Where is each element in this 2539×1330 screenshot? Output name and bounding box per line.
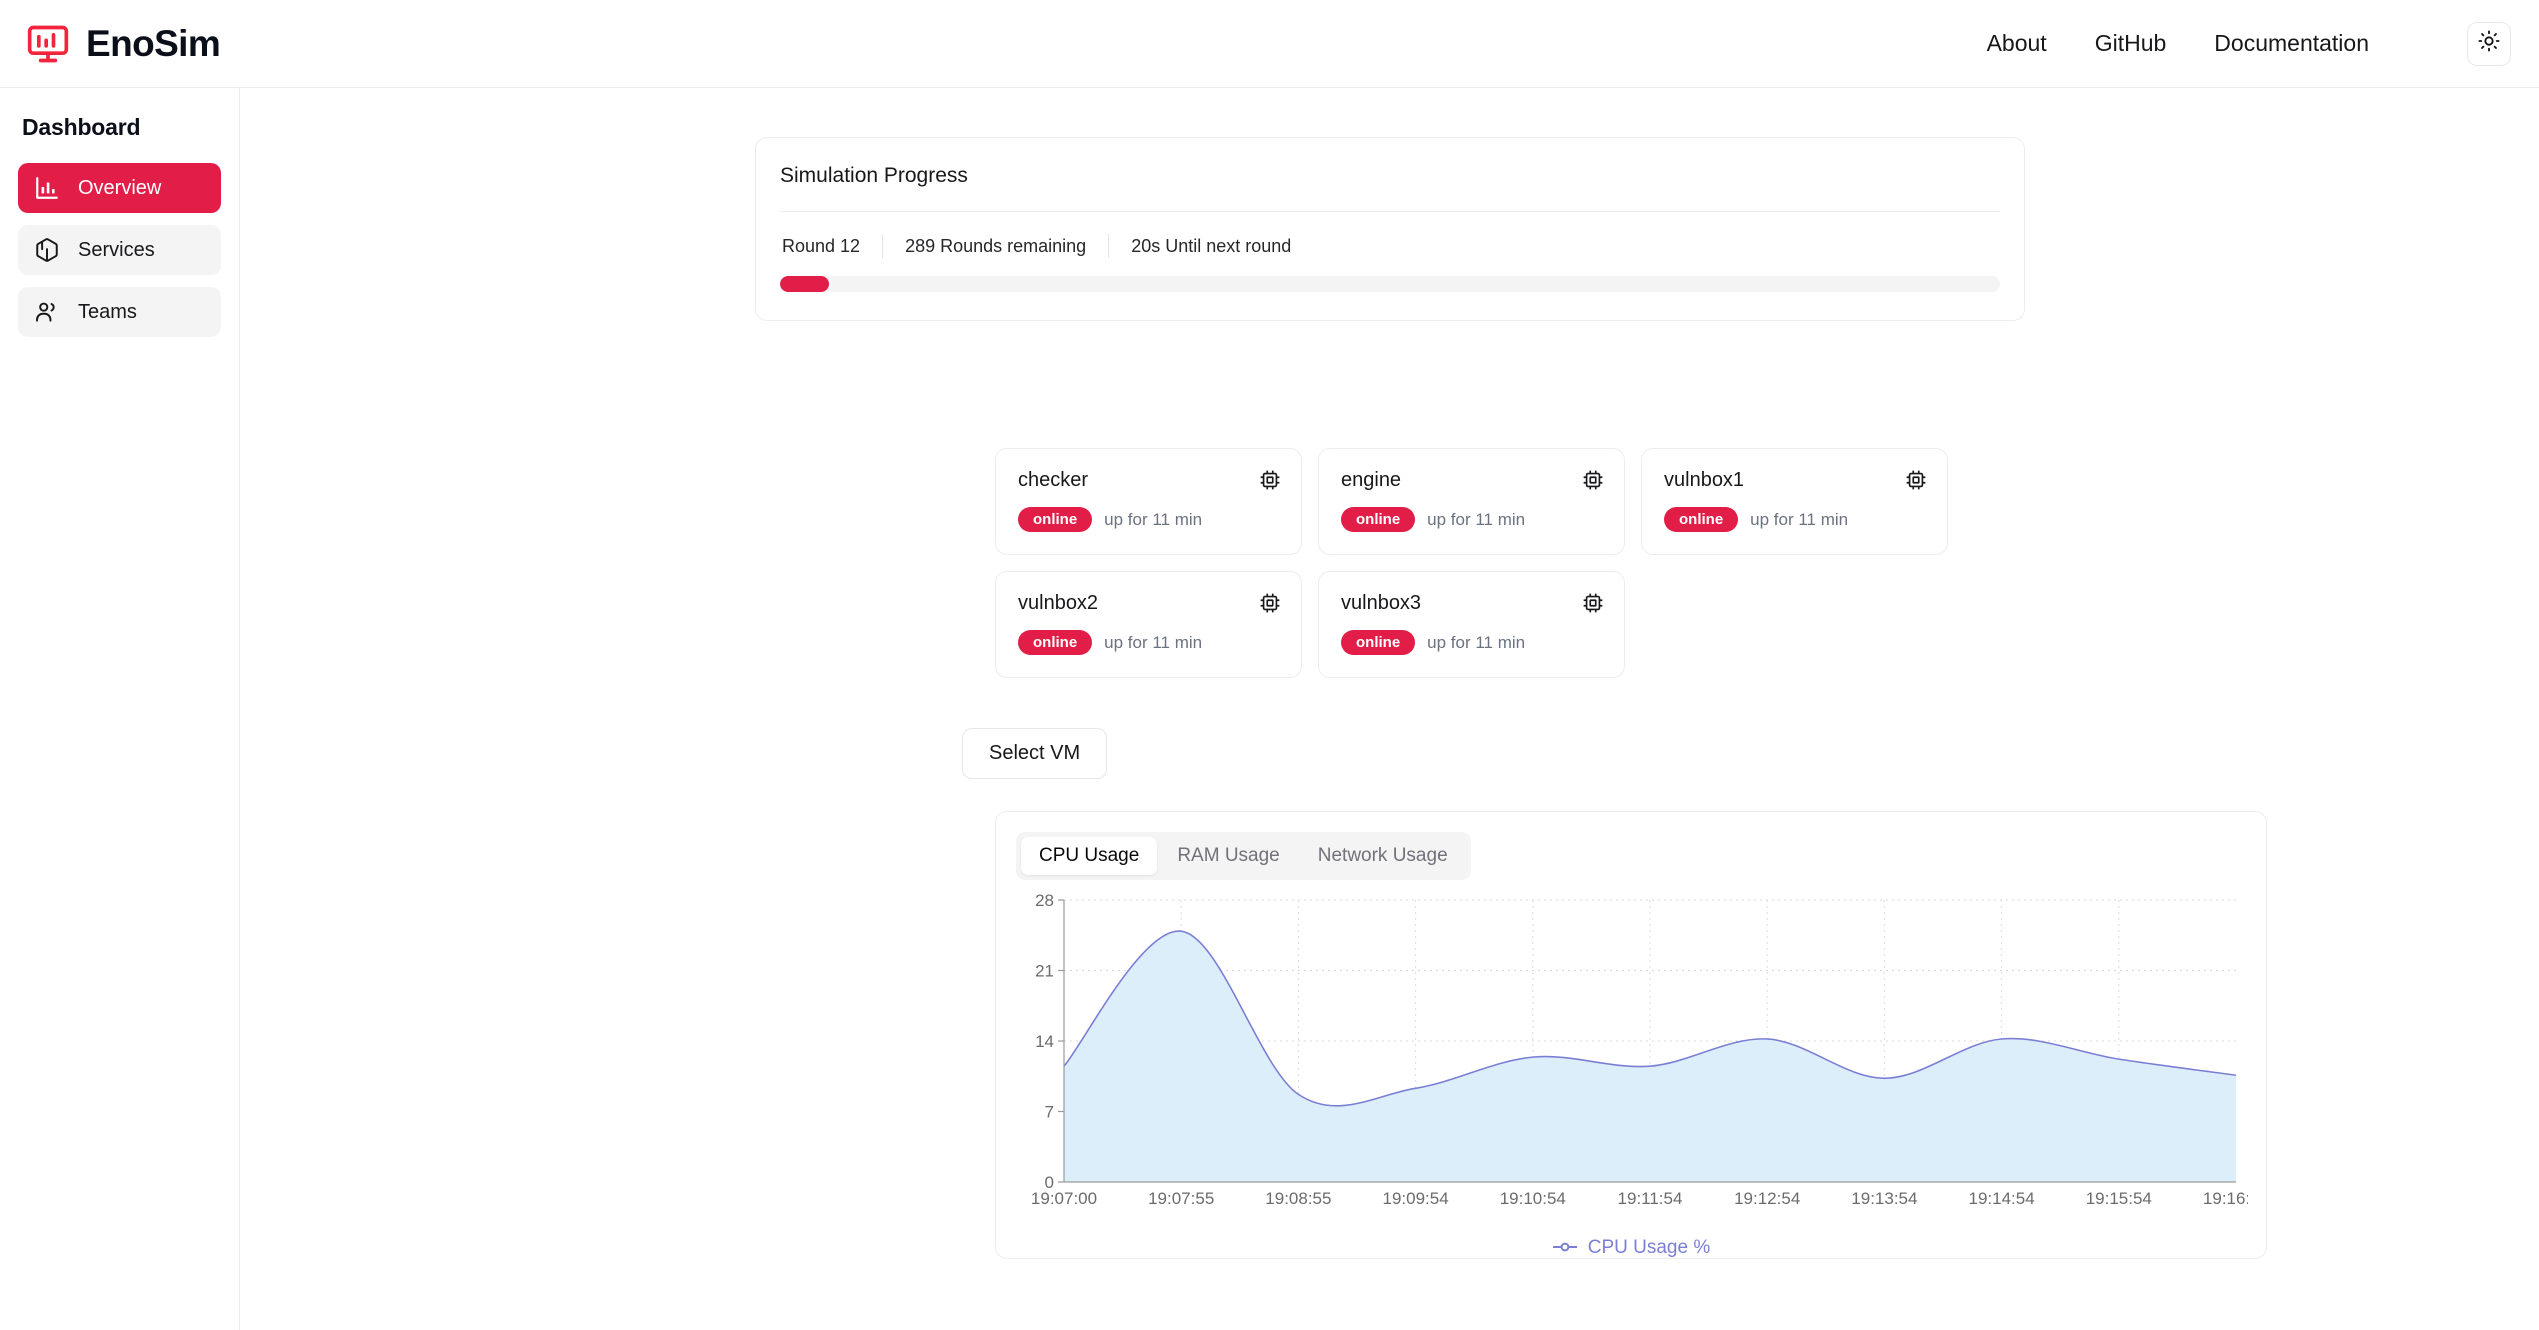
vm-card[interactable]: checker online up for 11 min (995, 448, 1302, 555)
progress-card-title: Simulation Progress (780, 164, 2000, 212)
vm-uptime: up for 11 min (1750, 509, 1849, 529)
nav-link-documentation[interactable]: Documentation (2214, 30, 2369, 57)
nav-link-github[interactable]: GitHub (2095, 30, 2167, 57)
chart-legend: CPU Usage % (1016, 1237, 2246, 1259)
svg-text:19:07:55: 19:07:55 (1148, 1189, 1214, 1208)
svg-text:19:12:54: 19:12:54 (1734, 1189, 1800, 1208)
top-nav: About GitHub Documentation (1987, 21, 2511, 66)
vm-name: vulnbox1 (1664, 469, 1745, 491)
body: Dashboard Overview Services Teams Simula… (0, 88, 2539, 1330)
legend-marker-icon (1552, 1237, 1578, 1259)
status-badge: online (1018, 630, 1093, 655)
sidebar-item-overview[interactable]: Overview (18, 163, 221, 213)
chart-plot-area: 0 7 14 21 28 19:07:00 19:07:55 19:08:55 19:09:54… (1016, 891, 2269, 1227)
vm-name: vulnbox3 (1341, 592, 1422, 614)
vm-name: vulnbox2 (1018, 592, 1099, 614)
svg-text:19:15:54: 19:15:54 (2086, 1189, 2152, 1208)
svg-text:19:16:55: 19:16:55 (2203, 1189, 2248, 1208)
monitor-chart-icon (26, 22, 70, 66)
vm-card[interactable]: vulnbox1 online up for 11 min (1641, 448, 1948, 555)
vm-status-row: online up for 11 min (1664, 507, 1927, 532)
vm-name: checker (1018, 469, 1089, 491)
users-icon (34, 299, 60, 325)
round-label: Round 12 (782, 235, 861, 256)
vm-card-header: vulnbox1 (1664, 469, 1927, 492)
sidebar-item-teams[interactable]: Teams (18, 287, 221, 337)
brand-name: EnoSim (86, 22, 221, 64)
cpu-icon (1259, 469, 1281, 491)
nav-link-about[interactable]: About (1987, 30, 2047, 57)
svg-text:7: 7 (1045, 1103, 1054, 1122)
brand: EnoSim (26, 22, 221, 66)
vm-card[interactable]: vulnbox3 online up for 11 min (1318, 571, 1625, 678)
status-badge: online (1664, 507, 1739, 532)
box-icon (34, 237, 60, 263)
sidebar-item-label: Overview (78, 176, 162, 199)
vm-card-header: engine (1341, 469, 1604, 492)
rounds-remaining-label: 289 Rounds remaining (905, 235, 1087, 256)
cpu-usage-area-chart: 0714212819:07:00 19:07:55 19:08:55 19:09:54… (1031, 891, 2269, 1208)
progress-bar-fill (780, 276, 829, 292)
sidebar-item-services[interactable]: Services (18, 225, 221, 275)
svg-text:28: 28 (1035, 892, 1054, 910)
vm-card-grid: checker online up for 11 min engine onli… (995, 448, 2270, 678)
tab-cpu-usage[interactable]: CPU Usage (1021, 837, 1158, 875)
vm-status-row: online up for 11 min (1341, 507, 1604, 532)
vm-card-header: checker (1018, 469, 1281, 492)
sidebar-item-label: Teams (78, 300, 137, 323)
svg-text:19:07:00: 19:07:00 (1031, 1189, 1097, 1208)
svg-text:19:11:54: 19:11:54 (1618, 1189, 1683, 1208)
tab-network-usage[interactable]: Network Usage (1300, 837, 1466, 875)
cpu-icon (1582, 592, 1604, 614)
vm-card[interactable]: engine online up for 11 min (1318, 448, 1625, 555)
cpu-icon (1905, 469, 1927, 491)
status-badge: online (1018, 507, 1093, 532)
progress-bar-track (780, 276, 2000, 292)
vm-name: engine (1341, 469, 1402, 491)
sidebar-title: Dashboard (22, 114, 141, 140)
metrics-chart-card: CPU Usage RAM Usage Network Usage 0 7 14 21… (995, 811, 2269, 1259)
svg-text:14: 14 (1035, 1032, 1054, 1051)
vm-uptime: up for 11 min (1104, 632, 1203, 652)
select-vm-button[interactable]: Select VM (962, 728, 1108, 779)
status-badge: online (1341, 630, 1416, 655)
vm-card-header: vulnbox3 (1341, 592, 1604, 615)
svg-text:19:14:54: 19:14:54 (1969, 1189, 2035, 1208)
main-content: Simulation Progress Round 12 289 Rounds … (240, 88, 2539, 1330)
theme-toggle-button[interactable] (2467, 21, 2511, 66)
vm-status-row: online up for 11 min (1018, 507, 1281, 532)
vm-status-row: online up for 11 min (1341, 630, 1604, 655)
vm-uptime: up for 11 min (1104, 509, 1203, 529)
sidebar-item-label: Services (78, 238, 155, 261)
sun-icon (2478, 30, 2500, 57)
vm-status-row: online up for 11 min (1018, 630, 1281, 655)
vm-card-header: vulnbox2 (1018, 592, 1281, 615)
simulation-progress-card: Simulation Progress Round 12 289 Rounds … (755, 137, 2025, 321)
app-header: EnoSim About GitHub Documentation (0, 0, 2539, 88)
progress-meta: Round 12 289 Rounds remaining 20s Until … (780, 234, 2000, 258)
tab-ram-usage[interactable]: RAM Usage (1159, 837, 1297, 875)
svg-text:19:09:54: 19:09:54 (1383, 1189, 1449, 1208)
svg-text:19:13:54: 19:13:54 (1851, 1189, 1917, 1208)
vm-uptime: up for 11 min (1427, 632, 1526, 652)
svg-text:19:08:55: 19:08:55 (1265, 1189, 1331, 1208)
svg-text:19:10:54: 19:10:54 (1500, 1189, 1566, 1208)
svg-text:21: 21 (1035, 962, 1054, 981)
vm-uptime: up for 11 min (1427, 509, 1526, 529)
cpu-icon (1582, 469, 1604, 491)
legend-label: CPU Usage % (1587, 1237, 1711, 1258)
cpu-icon (1259, 592, 1281, 614)
vm-card[interactable]: vulnbox2 online up for 11 min (995, 571, 1302, 678)
status-badge: online (1341, 507, 1416, 532)
bar-chart-icon (34, 175, 60, 201)
sidebar: Dashboard Overview Services Teams (0, 88, 240, 1330)
metrics-tablist: CPU Usage RAM Usage Network Usage (1016, 832, 1471, 880)
next-round-label: 20s Until next round (1131, 235, 1292, 256)
